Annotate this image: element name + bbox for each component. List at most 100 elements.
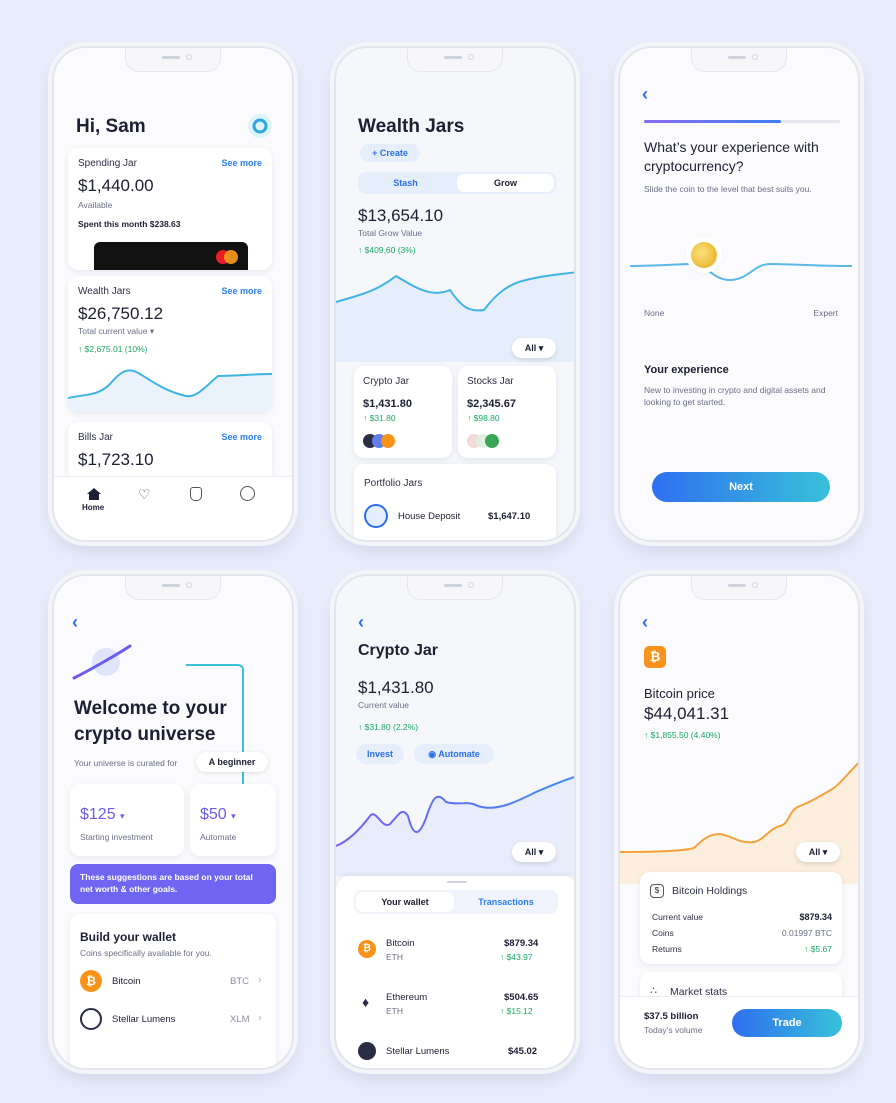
invest-amount: $125 [80,806,116,823]
holdings-label: Current value [652,912,704,922]
phone-notch [125,576,221,600]
sheet-grabber[interactable] [447,881,467,883]
bitcoin-icon: ₿ [358,940,376,958]
greeting: Hi, Sam [76,116,146,137]
back-chevron-icon[interactable]: ‹ [642,612,656,632]
phone-notch [125,48,221,72]
grow-change-value: $409.60 (3%) [364,245,416,255]
crypto-jar-change: ↑ $31.80 [363,413,396,423]
holdings-value: $879.34 [799,912,832,922]
chevron-down-icon: ▾ [231,811,236,821]
home-icon[interactable] [86,487,102,501]
spending-jar-card[interactable]: Spending Jar See more $1,440.00 Availabl… [68,148,272,270]
time-filter-dropdown[interactable]: All ▾ [796,842,840,862]
bitcoin-holdings-card: $ Bitcoin Holdings Current value $879.34… [640,872,842,964]
coin-amount: $504.65 [504,992,539,1003]
phone-welcome: ‹ Welcome to your crypto universe Your u… [52,574,294,1070]
automate-amount-row: $50 ▾ [200,806,236,824]
crypto-coin-icons [363,434,403,448]
phone-notch [691,576,787,600]
wealth-jars-card[interactable]: Wealth Jars See more $26,750.12 Total cu… [68,276,272,412]
coin-name-stellar[interactable]: Stellar Lumens [386,1046,449,1057]
price-change: ↑ $1,855.50 (4.40%) [644,730,721,740]
chevron-right-icon: › [258,1012,262,1024]
stocks-jar-amount: $2,345.67 [467,398,516,410]
spending-see-more[interactable]: See more [221,158,262,168]
slider-coin-handle[interactable] [691,242,717,268]
mastercard-logo [216,250,238,264]
phone-crypto-jar: ‹ Crypto Jar $1,431.80 Current value ↑ $… [334,574,576,1070]
spending-jar-title: Spending Jar [78,158,137,169]
phone-home: Hi, Sam Spending Jar See more $1,440.00 … [52,46,294,542]
automate-icon: ◉ [428,749,437,759]
slider-hint: Slide the coin to the level that best su… [644,184,812,194]
crypto-jar-card[interactable]: Crypto Jar $1,431.80 ↑ $31.80 [354,366,452,458]
crypto-change-value: $31.80 (2.2%) [364,722,419,732]
house-deposit-amount: $1,647.10 [488,511,531,522]
bitcoin-chart [620,762,858,884]
bills-see-more[interactable]: See more [221,432,262,442]
wealth-see-more[interactable]: See more [221,286,262,296]
tab-grow[interactable]: Grow [457,174,554,192]
back-chevron-icon[interactable]: ‹ [72,612,86,632]
build-wallet-sub: Coins specifically available for you. [80,948,212,958]
tab-stash[interactable]: Stash [358,172,453,194]
trade-button[interactable]: Trade [732,1009,842,1037]
coin-amount: $45.02 [508,1046,538,1057]
stocks-jar-card[interactable]: Stocks Jar $2,345.67 ↑ $98.80 [458,366,556,458]
wallet-sheet: Your wallet Transactions ₿ Bitcoin ETH $… [336,876,574,1068]
progress-track [644,120,840,123]
coin-name-bitcoin[interactable]: Bitcoin [112,976,141,987]
stellar-icon [80,1008,102,1030]
bitcoin-logo-icon: ₿ [644,646,666,668]
jar-icon[interactable] [190,487,202,501]
spent-this-month: Spent this month $238.63 [78,219,181,229]
spending-amount: $1,440.00 [78,176,154,195]
coin-name-stellar[interactable]: Stellar Lumens [112,1014,175,1025]
stash-grow-toggle: Stash Grow [358,172,556,194]
debit-card-image [94,242,248,270]
back-chevron-icon[interactable]: ‹ [358,612,372,632]
holdings-label: Returns [652,944,682,954]
automate-button[interactable]: ◉ Automate [414,744,494,764]
create-button[interactable]: + Create [360,144,420,162]
coin-name-ethereum[interactable]: Ethereum [386,992,427,1003]
house-icon [364,504,388,528]
phone-notch [407,576,503,600]
coin-amount: $879.34 [504,938,539,949]
back-chevron-icon[interactable]: ‹ [642,84,656,104]
bills-amount: $1,723.10 [78,450,154,469]
nav-home-label[interactable]: Home [82,503,104,512]
coin-name-bitcoin[interactable]: Bitcoin [386,938,415,949]
slider-max-label: Expert [813,308,838,318]
heart-icon[interactable]: ♡ [138,486,151,503]
build-wallet-card: Build your wallet Coins specifically ava… [70,914,276,1068]
volume-amount: $37.5 billion [644,1011,699,1022]
starting-investment-card[interactable]: $125 ▾ Starting investment [70,784,184,856]
automate-label: Automate [438,749,480,759]
holdings-returns: ↑ $5.67 [804,944,832,954]
time-filter-dropdown[interactable]: All ▾ [512,842,556,862]
holdings-label: Coins [652,928,674,938]
time-filter-dropdown[interactable]: All ▾ [512,338,556,358]
portfolio-jars-card[interactable]: Portfolio Jars House Deposit $1,647.10 [354,464,556,540]
build-wallet-title: Build your wallet [80,930,177,944]
coin-symbol-btc: BTC [230,976,249,987]
next-button[interactable]: Next [652,472,830,502]
bills-jar-card[interactable]: Bills Jar See more $1,723.10 [68,422,272,482]
grow-change: ↑ $409.60 (3%) [358,245,416,255]
automate-card[interactable]: $50 ▾ Automate [190,784,276,856]
stellar-icon [358,1042,376,1060]
tab-transactions[interactable]: Transactions [456,892,556,912]
level-badge[interactable]: A beginner [196,752,268,772]
invest-button[interactable]: Invest [356,744,404,764]
wealth-total-label: Total current value ▾ [78,326,154,337]
chevron-down-icon: ▾ [120,811,125,821]
tab-your-wallet[interactable]: Your wallet [356,892,454,912]
experience-slider-track[interactable] [630,234,852,284]
phone-wealth-jars: Wealth Jars + Create Stash Grow $13,654.… [334,46,576,542]
profile-icon[interactable] [248,114,272,138]
ethereum-icon: ♦ [362,994,370,1010]
user-icon[interactable] [240,486,255,501]
bitcoin-icon: ₿ [80,970,102,992]
